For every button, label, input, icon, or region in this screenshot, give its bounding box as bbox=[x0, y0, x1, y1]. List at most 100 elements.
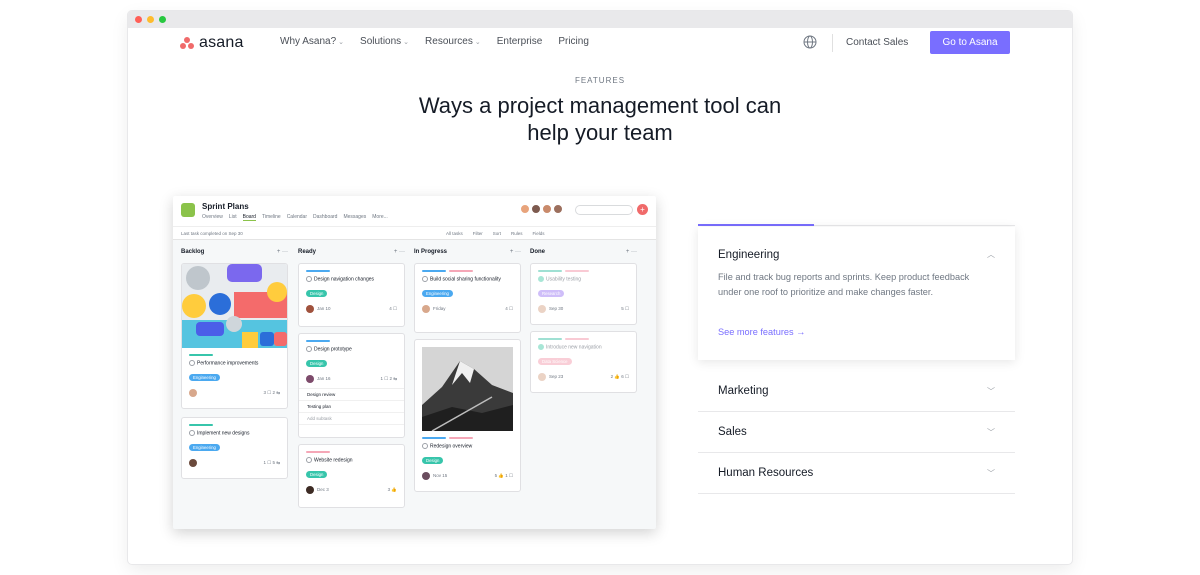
tab-timeline[interactable]: Timeline bbox=[262, 214, 281, 221]
card-title: Introduce new navigation bbox=[538, 344, 636, 350]
avatar bbox=[542, 204, 552, 214]
avatar bbox=[422, 305, 430, 314]
card-title: Implement new designs bbox=[189, 430, 287, 436]
accordion-progress-track bbox=[698, 224, 1015, 226]
check-icon bbox=[306, 276, 312, 282]
column-header: Backlog + ··· bbox=[181, 249, 288, 255]
chevron-up-icon[interactable]: ︿ bbox=[987, 249, 995, 260]
card-title: Redesign overview bbox=[422, 443, 520, 449]
last-completed-text: Last task completed on Sep 30 bbox=[181, 231, 243, 236]
avatar bbox=[306, 305, 314, 314]
avatar bbox=[531, 204, 541, 214]
project-icon bbox=[181, 203, 195, 217]
tab-overview[interactable]: Overview bbox=[202, 214, 223, 221]
see-more-features-link[interactable]: See more features → bbox=[718, 327, 805, 337]
check-icon bbox=[538, 276, 544, 282]
task-card: Usability testing Research Sep 30 5 ☐ bbox=[530, 263, 637, 325]
nav-divider bbox=[832, 34, 833, 52]
subtask-list: Design review Testing plan Add subtask bbox=[299, 388, 404, 426]
card-title: Usability testing bbox=[538, 276, 636, 282]
task-card: Performance improvements Engineering 3 ☐… bbox=[181, 263, 288, 409]
task-card: Design navigation changes Design Jan 10 4… bbox=[298, 263, 405, 327]
features-eyebrow: FEATURES bbox=[574, 76, 626, 85]
card-meta: Jan 16 1 ☐ 2 ⇆ bbox=[306, 375, 397, 384]
column-header: In Progress + ··· bbox=[414, 249, 521, 255]
column-in-progress: In Progress + ··· Build social sharing fu… bbox=[414, 249, 521, 492]
tab-messages[interactable]: Messages bbox=[343, 214, 366, 221]
card-cover-illustration bbox=[182, 264, 287, 348]
page-headline: Ways a project management tool can help … bbox=[128, 92, 1072, 146]
avatar bbox=[520, 204, 530, 214]
nav-link-resources[interactable]: Resources ⌄ bbox=[425, 36, 481, 47]
task-card: Implement new designs Engineering 1 ☐ 5 … bbox=[181, 417, 288, 479]
avatar bbox=[422, 472, 430, 481]
tab-board[interactable]: Board bbox=[242, 214, 256, 221]
tab-dashboard[interactable]: Dashboard bbox=[313, 214, 337, 221]
chevron-down-icon: ⌄ bbox=[403, 39, 410, 46]
check-icon bbox=[538, 344, 544, 350]
tag-design: Design bbox=[306, 471, 328, 479]
check-icon bbox=[189, 360, 195, 366]
column-done: Done + ··· Usability testing Research Sep… bbox=[530, 249, 637, 393]
card-meta: 1 ☐ 5 ⇆ bbox=[189, 459, 280, 468]
contact-sales-link[interactable]: Contact Sales bbox=[846, 37, 908, 48]
sort-button: Sort bbox=[492, 231, 502, 236]
tag-design: Design bbox=[306, 290, 328, 298]
browser-chrome bbox=[128, 11, 1072, 28]
close-window-button[interactable] bbox=[135, 16, 142, 23]
task-card: Redesign overview Design Nov 15 5 👍 1 ☐ bbox=[414, 339, 521, 492]
column-backlog: Backlog + ··· Performance improvements E… bbox=[181, 249, 288, 479]
accordion-heading: Marketing bbox=[718, 385, 769, 397]
logo-text: asana bbox=[199, 34, 244, 51]
task-card: Design prototype Design Jan 16 1 ☐ 2 ⇆ De… bbox=[298, 333, 405, 438]
all-tasks-filter: All tasks bbox=[446, 231, 463, 236]
tag-engineering: Engineering bbox=[189, 444, 220, 452]
accordion-item-human-resources[interactable]: Human Resources ﹀ bbox=[698, 453, 1015, 494]
chevron-down-icon: ﹀ bbox=[987, 428, 995, 437]
nav-link-why-asana[interactable]: Why Asana? ⌄ bbox=[280, 36, 344, 47]
column-header: Done + ··· bbox=[530, 249, 637, 255]
member-avatars bbox=[520, 204, 563, 214]
maximize-window-button[interactable] bbox=[159, 16, 166, 23]
mountain-photo bbox=[422, 347, 513, 431]
card-title: Website redesign bbox=[306, 457, 404, 463]
avatar bbox=[306, 486, 314, 495]
nav-links: Why Asana? ⌄ Solutions ⌄ Resources ⌄ Enterp… bbox=[280, 36, 589, 47]
tab-more[interactable]: More... bbox=[372, 214, 388, 221]
nav-link-pricing[interactable]: Pricing bbox=[558, 36, 589, 47]
asana-logo[interactable]: asana bbox=[180, 34, 244, 52]
asana-logo-icon bbox=[180, 37, 195, 49]
browser-window: asana Why Asana? ⌄ Solutions ⌄ Resources ⌄ … bbox=[128, 11, 1072, 564]
subtask-item: Design review bbox=[299, 389, 404, 402]
tag-engineering: Engineering bbox=[422, 290, 453, 298]
task-card: Introduce new navigation Data Science Se… bbox=[530, 331, 637, 393]
avatar bbox=[538, 373, 546, 382]
avatar bbox=[189, 389, 197, 398]
tab-calendar[interactable]: Calendar bbox=[287, 214, 307, 221]
check-icon bbox=[189, 430, 195, 436]
tag-data-science: Data Science bbox=[538, 358, 572, 366]
board-screenshot: Sprint Plans Overview List Board Timelin… bbox=[173, 196, 656, 529]
add-icon: + bbox=[637, 204, 648, 215]
card-meta: 3 ☐ 2 ⇆ bbox=[189, 389, 280, 398]
tag-design: Design bbox=[306, 360, 328, 368]
tab-list[interactable]: List bbox=[229, 214, 237, 221]
accordion-description: File and track bug reports and sprints. … bbox=[718, 272, 970, 297]
card-meta: Friday 4 ☐ bbox=[422, 305, 513, 314]
globe-icon[interactable] bbox=[803, 35, 817, 49]
tag-research: Research bbox=[538, 290, 565, 298]
card-title: Performance improvements bbox=[189, 360, 287, 366]
fields-button: Fields bbox=[532, 231, 545, 236]
accordion-item-sales[interactable]: Sales ﹀ bbox=[698, 412, 1015, 453]
go-to-asana-button[interactable]: Go to Asana bbox=[930, 31, 1010, 54]
minimize-window-button[interactable] bbox=[147, 16, 154, 23]
check-icon bbox=[306, 346, 312, 352]
add-subtask: Add subtask bbox=[299, 413, 404, 426]
rules-button: Rules bbox=[511, 231, 523, 236]
card-title: Design navigation changes bbox=[306, 276, 404, 282]
accordion-item-marketing[interactable]: Marketing ﹀ bbox=[698, 371, 1015, 412]
accordion-item-engineering[interactable]: Engineering ︿ File and track bug reports… bbox=[698, 227, 1015, 360]
nav-link-solutions[interactable]: Solutions ⌄ bbox=[360, 36, 409, 47]
nav-link-enterprise[interactable]: Enterprise bbox=[497, 36, 543, 47]
task-card: Build social sharing functionality Engin… bbox=[414, 263, 521, 333]
